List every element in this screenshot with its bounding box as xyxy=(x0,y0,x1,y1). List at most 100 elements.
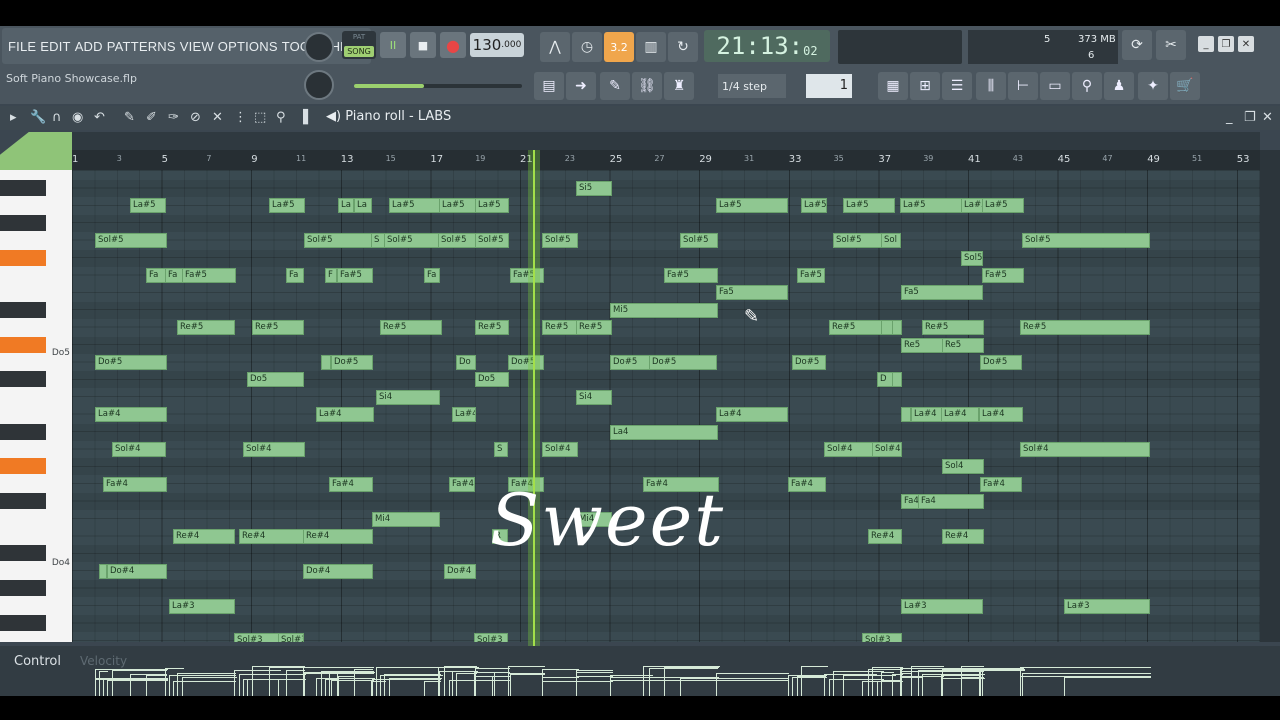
note[interactable]: Sol#3 xyxy=(862,633,902,642)
note[interactable]: Do xyxy=(456,355,476,370)
note[interactable]: Mi4 xyxy=(372,511,440,527)
note[interactable]: Re#4 xyxy=(868,529,902,544)
note[interactable] xyxy=(892,372,902,388)
note[interactable]: Sol#5 xyxy=(438,233,478,249)
note[interactable]: Fa xyxy=(165,268,183,283)
note[interactable]: Fa#5 xyxy=(797,268,825,283)
arrow-right-icon[interactable]: ➜ xyxy=(566,72,596,100)
note[interactable]: La#4 xyxy=(941,407,979,423)
tempo-display[interactable]: 130.000 xyxy=(470,33,524,57)
note[interactable]: La#5 xyxy=(389,198,441,214)
black-key[interactable] xyxy=(0,336,46,353)
note[interactable]: Re#4 xyxy=(303,529,373,544)
note[interactable]: Sol#4 xyxy=(824,442,876,457)
velocity-bar[interactable] xyxy=(788,675,827,696)
time-ruler[interactable]: 1 3 5 7 9 11 13 15 17 19 21 23 25 27 29 31 33 35 37 39 41 43 4… xyxy=(72,150,1260,170)
wait-input-icon[interactable]: ◷ xyxy=(572,32,602,62)
menu-options[interactable]: OPTIONS xyxy=(216,39,280,54)
black-key[interactable] xyxy=(0,180,46,196)
master-pitch-knob[interactable] xyxy=(304,70,334,100)
black-key[interactable] xyxy=(0,545,46,562)
note[interactable]: Re#4 xyxy=(942,529,984,544)
plugin-icon[interactable]: ⚲ xyxy=(1072,72,1102,100)
note[interactable]: Si4 xyxy=(376,389,440,405)
note[interactable]: Sol xyxy=(881,233,901,249)
note[interactable]: La#3 xyxy=(1064,598,1150,614)
link-icon[interactable]: ⛓ xyxy=(632,72,662,100)
playback-tool-icon[interactable]: ▐ xyxy=(298,110,308,125)
note[interactable]: Re#5 xyxy=(252,320,304,336)
note[interactable]: Do#4 xyxy=(444,563,476,579)
note[interactable]: Re#5 xyxy=(475,320,509,336)
note[interactable]: Re#5 xyxy=(542,320,578,336)
select-icon[interactable]: ⬚ xyxy=(254,110,266,125)
note-grid[interactable]: Si5 La#5 La#5 La La La#5 La#5 La#5 La#5 La#5 La#5 L… xyxy=(72,170,1260,642)
overview-scrollbar[interactable] xyxy=(72,132,1260,150)
note[interactable]: Do#4 xyxy=(303,563,373,579)
note[interactable]: Sol#5 xyxy=(475,233,509,249)
note[interactable]: Do#5 xyxy=(649,355,717,370)
note[interactable]: Do#4 xyxy=(107,563,167,579)
velocity-bar[interactable] xyxy=(474,672,509,696)
channel-rack-icon[interactable]: ☰ xyxy=(942,72,972,100)
note[interactable]: S xyxy=(494,442,508,457)
velocity-bar[interactable] xyxy=(576,672,613,696)
record-button[interactable]: ● xyxy=(440,32,466,58)
black-key[interactable] xyxy=(0,301,46,318)
stamp-icon[interactable]: ♜ xyxy=(664,72,694,100)
black-key[interactable] xyxy=(0,580,46,597)
corner-tab[interactable] xyxy=(0,132,72,170)
metronome-icon[interactable]: ⋀ xyxy=(540,32,570,62)
note[interactable]: Re#5 xyxy=(380,320,442,336)
note[interactable]: S xyxy=(371,233,385,249)
note[interactable]: Re#5 xyxy=(1020,320,1150,336)
typing-keyboard-icon[interactable]: 3.2 xyxy=(604,32,634,62)
note[interactable]: D xyxy=(877,372,893,388)
cut-tool-icon[interactable]: ✂ xyxy=(1156,30,1186,60)
note[interactable]: La#3 xyxy=(901,598,983,614)
zoom-icon[interactable]: ⚲ xyxy=(276,110,286,125)
note[interactable]: Re#4 xyxy=(239,529,305,544)
velocity-lane[interactable] xyxy=(72,656,1260,696)
mixer-icon[interactable]: ⫼ xyxy=(976,72,1006,100)
song-position-clock[interactable]: 21:13: 02 xyxy=(704,30,830,62)
note[interactable]: Fa#4 xyxy=(980,476,1022,492)
velocity-bar[interactable] xyxy=(1064,677,1151,696)
note[interactable]: Sol#5 xyxy=(1022,233,1150,249)
slice-icon[interactable]: ⋮ xyxy=(234,110,247,125)
velocity-bar[interactable] xyxy=(169,675,236,696)
menu-file[interactable]: FILE xyxy=(6,39,38,54)
note[interactable]: Sol#4 xyxy=(872,442,902,457)
note[interactable]: Re#5 xyxy=(922,320,984,336)
velocity-bar[interactable] xyxy=(542,681,579,696)
note[interactable]: Sol#4 xyxy=(542,442,578,457)
note[interactable]: Si5 xyxy=(576,181,612,196)
piano-icon[interactable]: ▤ xyxy=(534,72,564,100)
note[interactable]: La#4 xyxy=(716,407,788,423)
note[interactable]: La xyxy=(338,198,354,214)
note[interactable]: Do#5 xyxy=(792,355,826,370)
piano-keyboard[interactable]: Do5 Do4 xyxy=(0,170,72,642)
note[interactable]: Do#5 xyxy=(610,355,652,370)
note[interactable]: Fa5 xyxy=(716,285,788,301)
step-edit-icon[interactable]: ▥ xyxy=(636,32,666,62)
note[interactable]: Fa#4 xyxy=(449,476,475,492)
stop-button[interactable]: ■ xyxy=(410,32,436,58)
note[interactable]: Mi5 xyxy=(610,302,718,318)
control-label[interactable]: Control xyxy=(14,654,61,669)
pr-restore-icon[interactable]: ❐ xyxy=(1244,110,1256,125)
note[interactable]: Fa#5 xyxy=(982,268,1024,283)
undo-icon[interactable]: ↶ xyxy=(94,110,105,125)
velocity-bar[interactable] xyxy=(508,673,545,696)
snap-selector[interactable]: 1/4 step xyxy=(718,74,786,98)
arrow-menu-icon[interactable]: ▸ xyxy=(10,110,17,125)
black-key[interactable] xyxy=(0,214,46,231)
note[interactable]: Sol5 xyxy=(961,250,983,266)
step-sequencer-icon[interactable]: ⊞ xyxy=(910,72,940,100)
pat-song-toggle[interactable]: PAT SONG xyxy=(342,31,376,59)
velocity-bar[interactable] xyxy=(643,666,720,696)
note[interactable]: La#5 xyxy=(439,198,477,214)
menu-patterns[interactable]: PATTERNS xyxy=(105,39,178,54)
minimize-icon[interactable]: _ xyxy=(1198,36,1214,52)
black-key[interactable] xyxy=(0,423,46,440)
